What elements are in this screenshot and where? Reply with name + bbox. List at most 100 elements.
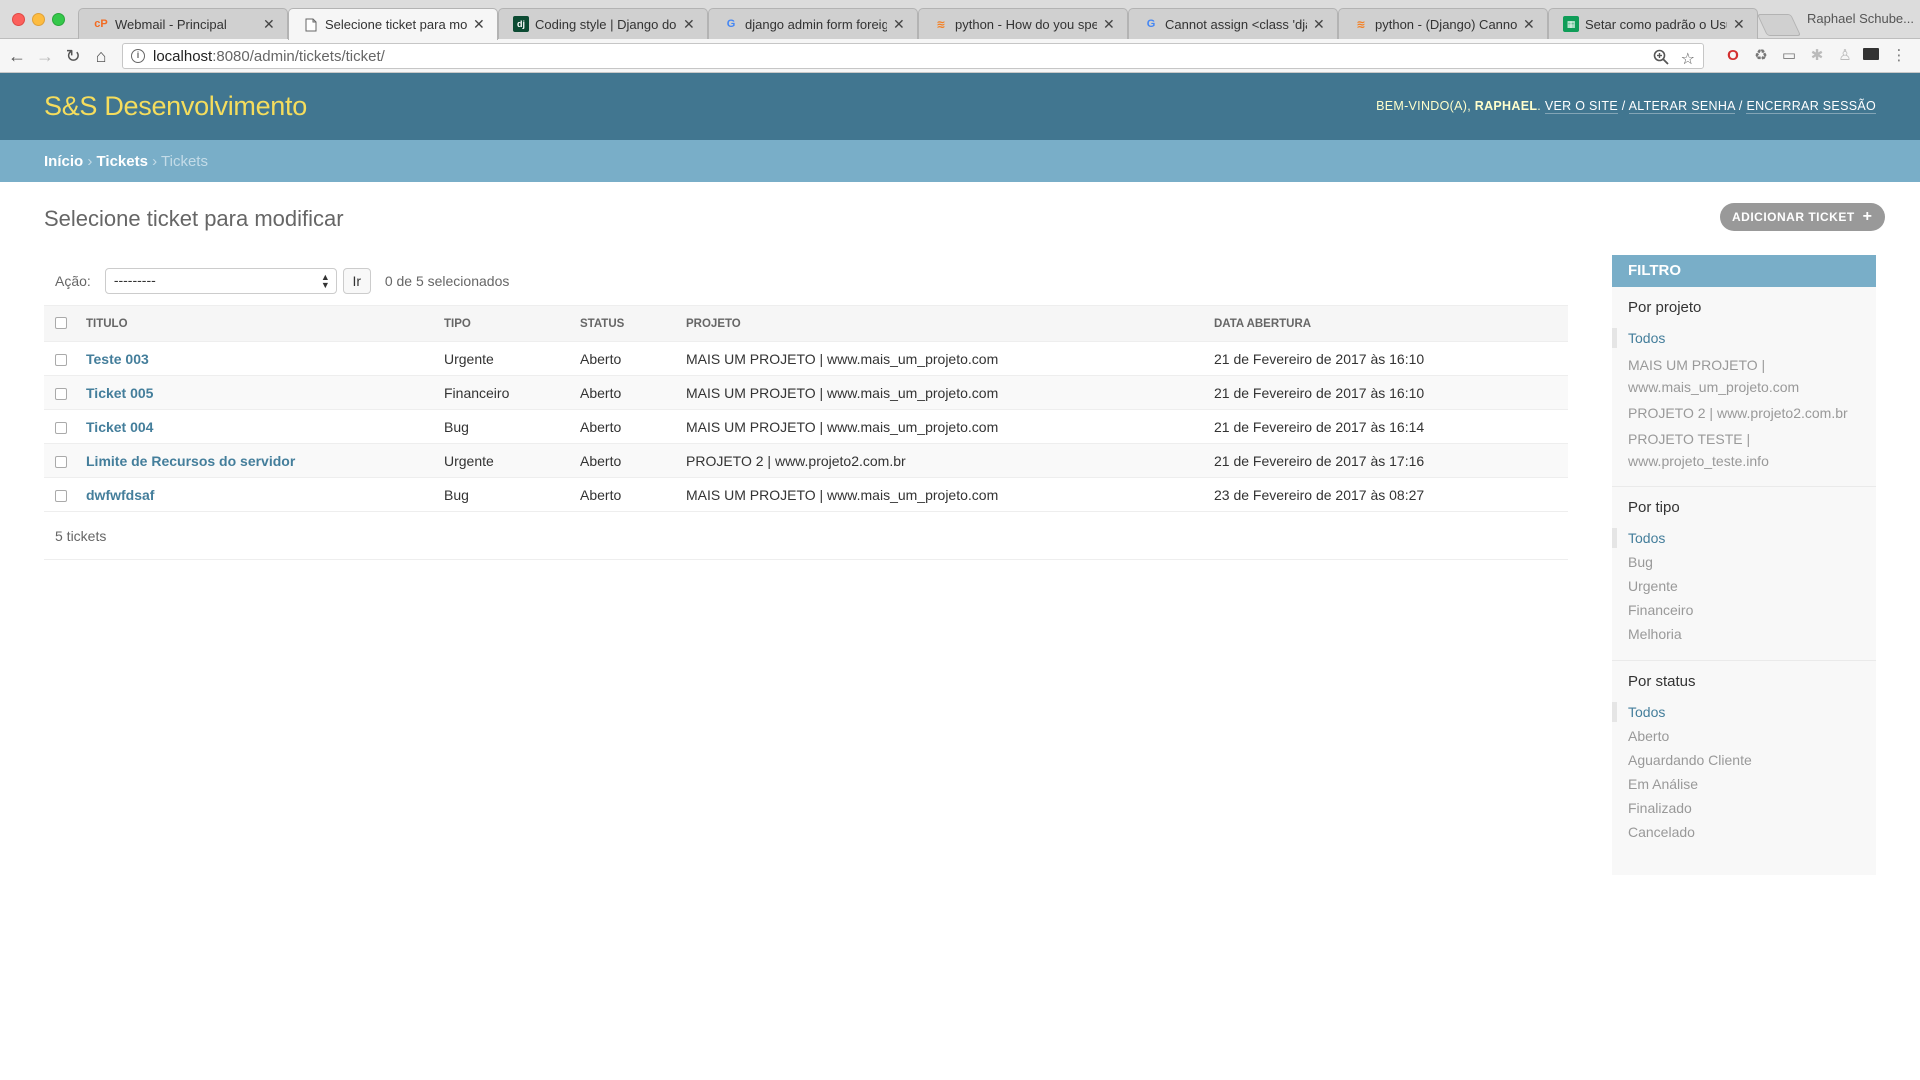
ticket-link[interactable]: dwfwfdsaf — [86, 487, 154, 503]
opera-icon[interactable]: O — [1724, 47, 1742, 65]
change-password-link[interactable]: Alterar senha — [1628, 99, 1736, 114]
forward-arrow-icon[interactable]: → — [34, 45, 56, 67]
row-select-cell — [44, 375, 78, 410]
row-select-cell — [44, 443, 78, 478]
ticket-data: 21 de Fevereiro de 2017 às 16:10 — [1206, 341, 1568, 376]
breadcrumb-home[interactable]: Início — [44, 153, 83, 170]
terminal-icon[interactable] — [1862, 47, 1880, 65]
url-text[interactable]: localhost:8080/admin/tickets/ticket/ — [153, 48, 385, 65]
maximize-window-button[interactable] — [52, 13, 65, 26]
ticket-tipo: Urgente — [436, 443, 572, 478]
row-checkbox[interactable] — [55, 455, 67, 468]
ticket-status: Aberto — [572, 375, 678, 410]
browser-tab[interactable]: ▦ Setar como padrão o Usuar ✕ — [1548, 8, 1758, 39]
table-row: Ticket 004 Bug Aberto MAIS UM PROJETO | … — [44, 409, 1568, 444]
row-checkbox[interactable] — [55, 353, 67, 366]
filter-option[interactable]: Bug — [1628, 554, 1860, 570]
close-icon[interactable]: ✕ — [263, 16, 277, 33]
info-icon[interactable]: i — [131, 49, 145, 63]
filter-option[interactable]: Todos — [1612, 528, 1860, 548]
reload-icon[interactable]: ↻ — [62, 45, 84, 67]
close-icon[interactable]: ✕ — [1523, 16, 1537, 33]
ticket-tipo: Bug — [436, 409, 572, 444]
filter-option[interactable]: Todos — [1612, 702, 1860, 722]
browser-tab[interactable]: cP Webmail - Principal ✕ — [78, 8, 288, 39]
filter-option[interactable]: PROJETO 2 | www.projeto2.com.br — [1628, 402, 1860, 424]
recycle-icon[interactable]: ♻ — [1752, 47, 1770, 65]
column-header-titulo[interactable]: Titulo — [78, 305, 436, 342]
new-tab-button[interactable] — [1756, 14, 1802, 36]
breadcrumb-app[interactable]: Tickets — [97, 153, 148, 170]
site-branding[interactable]: S&S Desenvolvimento — [44, 91, 307, 122]
filter-option[interactable]: MAIS UM PROJETO | www.mais_um_projeto.co… — [1628, 354, 1860, 398]
user-tools: Bem-vindo(a), Raphael. Ver o site / Alte… — [1376, 99, 1876, 114]
ticket-link[interactable]: Ticket 005 — [86, 385, 153, 401]
column-header-projeto[interactable]: Projeto — [678, 305, 1206, 342]
ticket-link[interactable]: Limite de Recursos do servidor — [86, 453, 295, 469]
page-icon — [303, 17, 319, 33]
column-header-status[interactable]: Status — [572, 305, 678, 342]
ticket-status: Aberto — [572, 477, 678, 512]
close-icon[interactable]: ✕ — [1733, 16, 1747, 33]
column-header-data-abertura[interactable]: Data abertura — [1206, 305, 1568, 342]
row-checkbox[interactable] — [55, 421, 67, 434]
filter-group-title: Por projeto — [1628, 299, 1702, 316]
profile-name[interactable]: Raphael Schube... — [1807, 11, 1914, 26]
row-select-cell — [44, 477, 78, 512]
address-bar[interactable]: i localhost:8080/admin/tickets/ticket/ ☆ — [122, 43, 1704, 69]
row-checkbox[interactable] — [55, 489, 67, 502]
action-select[interactable]: --------- ▲ ▼ — [104, 268, 337, 294]
close-window-button[interactable] — [12, 13, 25, 26]
back-arrow-icon[interactable]: ← — [6, 45, 28, 67]
menu-icon[interactable]: ⋮ — [1890, 47, 1908, 65]
filter-option[interactable]: Todos — [1612, 328, 1860, 348]
go-button[interactable]: Ir — [342, 268, 371, 294]
ticket-title-cell: Teste 003 — [78, 341, 436, 376]
bookmark-star-icon[interactable]: ☆ — [1681, 49, 1695, 69]
close-icon[interactable]: ✕ — [1313, 16, 1327, 33]
browser-toolbar: ← → ↻ ⌂ i localhost:8080/admin/tickets/t… — [0, 39, 1920, 73]
ticket-tipo: Financeiro — [436, 375, 572, 410]
filter-option[interactable]: PROJETO TESTE | www.projeto_teste.info — [1628, 428, 1860, 472]
browser-tab-active[interactable]: Selecione ticket para modific ✕ — [288, 8, 498, 40]
close-icon[interactable]: ✕ — [473, 16, 487, 33]
add-ticket-button[interactable]: Adicionar ticket + — [1720, 203, 1885, 231]
ticket-link[interactable]: Ticket 004 — [86, 419, 153, 435]
extension-icon[interactable]: ♙ — [1836, 47, 1854, 65]
filter-option[interactable]: Finalizado — [1628, 800, 1860, 816]
action-label: Ação: — [55, 273, 91, 289]
cpanel-icon: cP — [94, 18, 108, 30]
filter-option[interactable]: Urgente — [1628, 578, 1860, 594]
browser-tab[interactable]: G django admin form foreign ✕ — [708, 8, 918, 39]
ticket-title-cell: Ticket 004 — [78, 409, 436, 444]
filter-option[interactable]: Aberto — [1628, 728, 1860, 744]
ticket-link[interactable]: Teste 003 — [86, 351, 149, 367]
ticket-projeto: MAIS UM PROJETO | www.mais_um_projeto.co… — [678, 375, 1206, 410]
filter-option[interactable]: Cancelado — [1628, 824, 1860, 840]
column-header-tipo[interactable]: Tipo — [436, 305, 572, 342]
browser-tab[interactable]: dj Coding style | Django docu ✕ — [498, 8, 708, 39]
filter-option[interactable]: Em Análise — [1628, 776, 1860, 792]
browser-tab[interactable]: G Cannot assign <class 'djang ✕ — [1128, 8, 1338, 39]
ticket-status: Aberto — [572, 341, 678, 376]
close-icon[interactable]: ✕ — [1103, 16, 1117, 33]
google-icon: G — [726, 18, 736, 30]
select-all-checkbox[interactable] — [55, 317, 67, 330]
browser-tab[interactable]: ≋ python - (Django) Cannot a ✕ — [1338, 8, 1548, 39]
puzzle-icon[interactable]: ✱ — [1808, 47, 1826, 65]
cast-icon[interactable]: ▭ — [1780, 47, 1798, 65]
close-icon[interactable]: ✕ — [683, 16, 697, 33]
filter-option[interactable]: Financeiro — [1628, 602, 1860, 618]
view-site-link[interactable]: Ver o site — [1544, 99, 1618, 114]
filter-option[interactable]: Aguardando Cliente — [1628, 752, 1860, 768]
home-icon[interactable]: ⌂ — [90, 45, 112, 67]
filter-option[interactable]: Melhoria — [1628, 626, 1860, 642]
logout-link[interactable]: Encerrar sessão — [1746, 99, 1876, 114]
filter-group-title: Por status — [1628, 673, 1696, 690]
minimize-window-button[interactable] — [32, 13, 45, 26]
breadcrumb-current: Tickets — [161, 153, 208, 170]
browser-tab[interactable]: ≋ python - How do you speci ✕ — [918, 8, 1128, 39]
row-checkbox[interactable] — [55, 387, 67, 400]
close-icon[interactable]: ✕ — [893, 16, 907, 33]
zoom-icon[interactable] — [1653, 49, 1669, 70]
